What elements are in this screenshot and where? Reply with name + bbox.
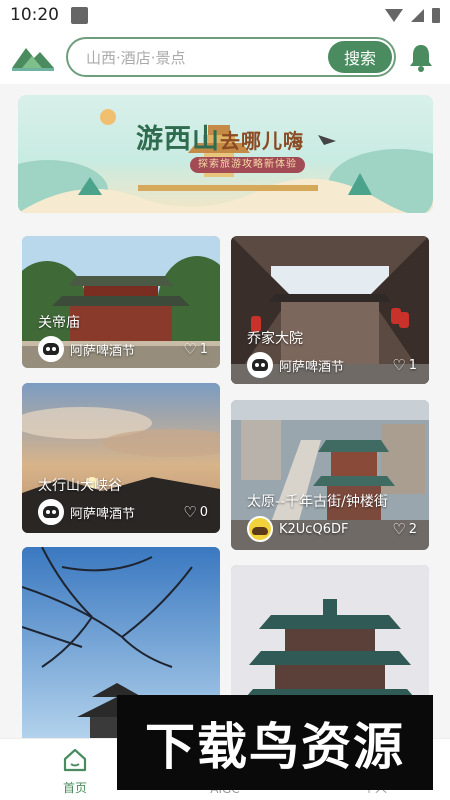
- home-icon: [63, 748, 87, 772]
- status-icons: [385, 7, 440, 23]
- search-button[interactable]: 搜索: [328, 41, 392, 73]
- banner-subtitle: 探索旅游攻略新体验: [190, 157, 305, 173]
- like-count: 1: [408, 357, 417, 373]
- banner-title-small: 去哪儿嗨: [220, 129, 304, 153]
- like-count: 1: [199, 341, 208, 357]
- like-button[interactable]: ♡ 2: [392, 520, 417, 538]
- banner-title-main: 游西山: [136, 124, 220, 155]
- battery-icon: [432, 7, 440, 23]
- feed-card[interactable]: 乔家大院 阿萨啤酒节 ♡ 1: [231, 236, 429, 384]
- like-count: 0: [199, 504, 208, 520]
- feed-card[interactable]: 太原--千年古街/钟楼街 K2UcQ6DF ♡ 2: [231, 400, 429, 550]
- search-placeholder: 山西·酒店·景点: [86, 48, 186, 67]
- card-author[interactable]: 阿萨啤酒节: [70, 503, 135, 522]
- feed-card[interactable]: 关帝庙 阿萨啤酒节 ♡ 1: [22, 236, 220, 368]
- card-title: 太行山大峡谷: [38, 478, 122, 494]
- card-author[interactable]: 阿萨啤酒节: [70, 340, 135, 359]
- card-author[interactable]: 阿萨啤酒节: [279, 356, 344, 375]
- banner-title: 游西山去哪儿嗨: [136, 117, 304, 156]
- card-title: 关帝庙: [38, 315, 80, 331]
- watermark-text: 下载鸟资源: [145, 717, 405, 776]
- bell-icon[interactable]: [408, 42, 434, 72]
- like-count: 2: [408, 521, 417, 537]
- feed-card[interactable]: 太行山大峡谷 阿萨啤酒节 ♡ 0: [22, 383, 220, 533]
- status-bar: 10:20: [0, 0, 450, 30]
- heart-icon: ♡: [183, 340, 197, 358]
- header: 山西·酒店·景点 搜索: [0, 30, 450, 84]
- card-author-row: 阿萨啤酒节 ♡ 1: [247, 352, 417, 378]
- notification-icon: [71, 6, 88, 24]
- avatar[interactable]: [38, 336, 64, 362]
- nav-label: 首页: [62, 781, 87, 795]
- card-author-row: 阿萨啤酒节 ♡ 0: [38, 499, 208, 525]
- avatar[interactable]: [247, 352, 273, 378]
- avatar[interactable]: [247, 516, 273, 542]
- status-time: 10:20: [10, 5, 59, 25]
- watermark: 下载鸟资源: [117, 695, 433, 790]
- like-button[interactable]: ♡ 1: [183, 340, 208, 358]
- card-author-row: K2UcQ6DF ♡ 2: [247, 516, 417, 542]
- signal-icon: [411, 8, 424, 22]
- wifi-icon: [385, 8, 403, 22]
- card-title: 乔家大院: [247, 331, 303, 347]
- heart-icon: ♡: [183, 503, 197, 521]
- promo-banner[interactable]: 游西山去哪儿嗨 探索旅游攻略新体验: [18, 95, 433, 213]
- card-title: 太原--千年古街/钟楼街: [247, 494, 388, 510]
- heart-icon: ♡: [392, 356, 406, 374]
- app-logo-icon: [12, 48, 54, 71]
- search-input[interactable]: 山西·酒店·景点 搜索: [66, 37, 396, 77]
- avatar[interactable]: [38, 499, 64, 525]
- card-author-row: 阿萨啤酒节 ♡ 1: [38, 336, 208, 362]
- card-author[interactable]: K2UcQ6DF: [279, 522, 348, 537]
- like-button[interactable]: ♡ 0: [183, 503, 208, 521]
- heart-icon: ♡: [392, 520, 406, 538]
- like-button[interactable]: ♡ 1: [392, 356, 417, 374]
